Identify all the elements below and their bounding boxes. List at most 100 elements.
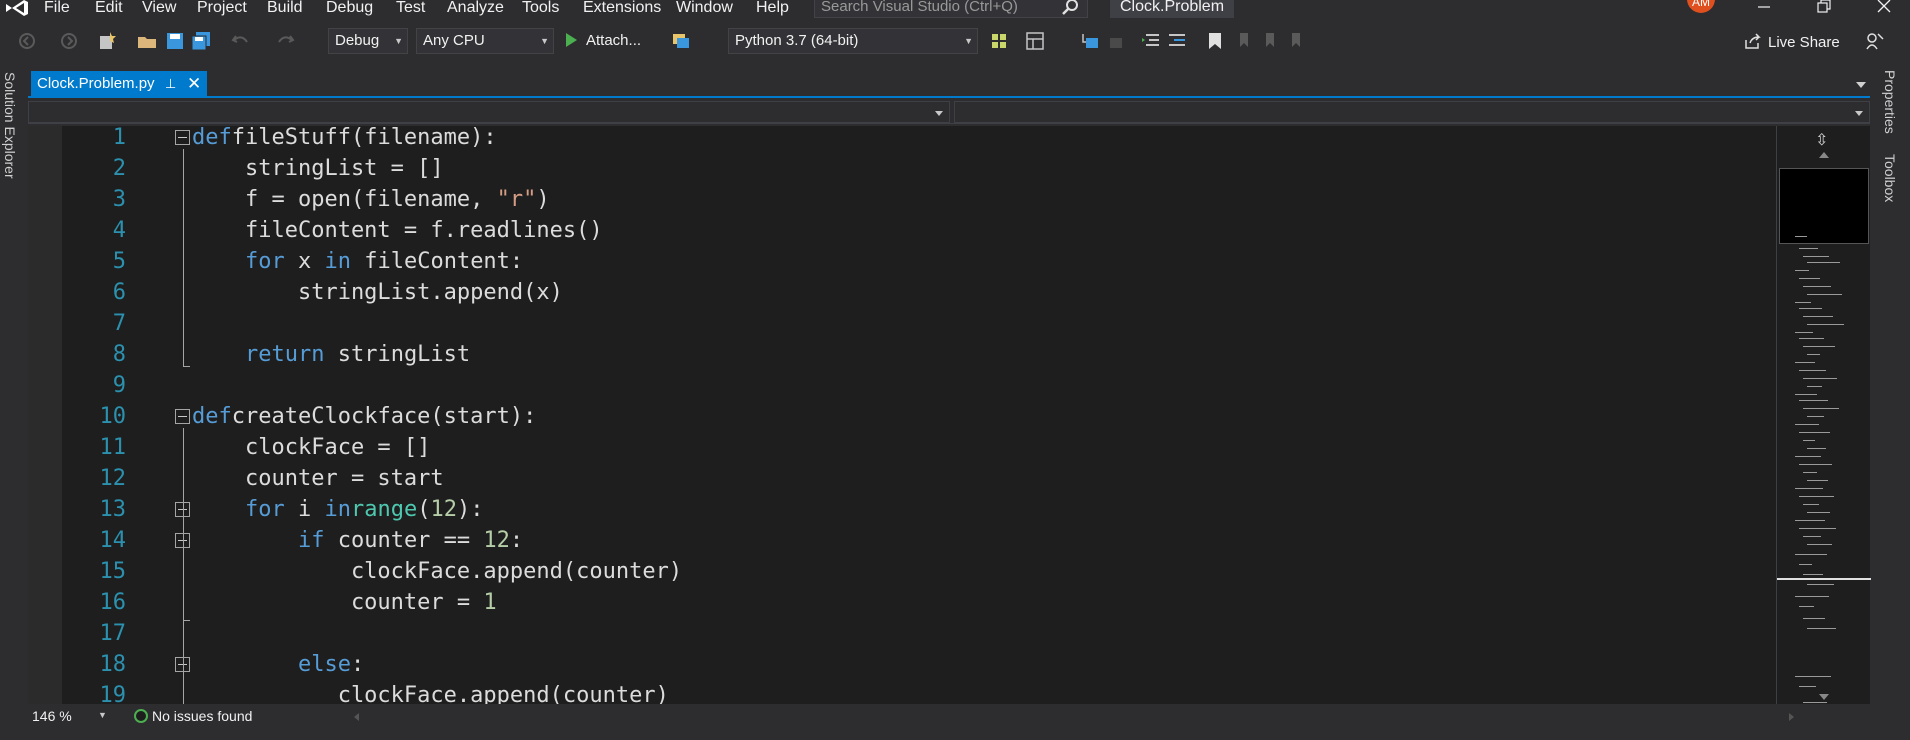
overview-viewport[interactable] [1779, 168, 1869, 244]
code-line[interactable]: 9 [62, 370, 1762, 401]
solution-explorer-tab[interactable]: Solution Explorer [2, 72, 18, 179]
split-window-icon[interactable]: ⇳ [1815, 130, 1828, 150]
code-line[interactable]: 13 for i inrange(12): [62, 494, 1762, 525]
code-text: counter = start [192, 463, 444, 494]
scroll-down-icon[interactable] [1819, 694, 1829, 700]
code-line[interactable]: 17 [62, 618, 1762, 649]
live-share-button[interactable]: Live Share [1744, 32, 1840, 52]
zoom-select[interactable]: 146 % ▼ [32, 708, 107, 724]
code-line[interactable]: 19 clockFace.append(counter) [62, 680, 1762, 704]
code-token: ): [456, 497, 484, 522]
menu-analyze[interactable]: Analyze [447, 0, 504, 18]
zoom-value: 146 % [32, 708, 72, 724]
menu-tools[interactable]: Tools [522, 0, 559, 18]
minimap-line [1799, 528, 1836, 529]
code-line[interactable]: 3 f = open(filename, "r") [62, 184, 1762, 215]
scroll-right-icon[interactable] [1789, 713, 1794, 721]
minimize-icon[interactable] [1754, 0, 1774, 17]
code-line[interactable]: 11 clockFace = [] [62, 432, 1762, 463]
menu-debug[interactable]: Debug [326, 0, 373, 18]
clear-bookmarks-icon[interactable] [1284, 30, 1306, 52]
undo-icon[interactable] [230, 30, 252, 52]
code-overview-scrollbar[interactable]: ⇳ [1776, 126, 1871, 704]
close-icon[interactable]: ✕ [187, 71, 201, 97]
navigate-forward-icon[interactable] [58, 30, 80, 52]
next-bookmark-icon[interactable] [1258, 30, 1280, 52]
minimap-line [1795, 302, 1811, 303]
code-line[interactable]: 16 counter = 1 [62, 587, 1762, 618]
tab-clock-problem[interactable]: Clock.Problem.py ⊥ ✕ [31, 71, 207, 97]
code-token: range [350, 497, 418, 522]
visual-studio-logo-icon[interactable] [4, 0, 30, 16]
code-line[interactable]: 1 deffileStuff(filename): [62, 126, 1762, 153]
scroll-up-icon[interactable] [1819, 152, 1829, 158]
python-packages-icon[interactable] [988, 30, 1010, 52]
python-environment-select[interactable]: Python 3.7 (64-bit) ▼ [728, 28, 978, 54]
menu-extensions[interactable]: Extensions [583, 0, 661, 18]
horizontal-scrollbar[interactable] [354, 713, 1794, 721]
type-dropdown[interactable] [28, 101, 950, 123]
menu-project[interactable]: Project [197, 0, 247, 18]
redo-icon[interactable] [274, 30, 296, 52]
comment-lines-icon[interactable] [1140, 30, 1162, 52]
save-icon[interactable] [164, 30, 186, 52]
step-disabled-icon[interactable] [1104, 30, 1126, 52]
step-icon[interactable] [1080, 30, 1102, 52]
code-line[interactable]: 15 clockFace.append(counter) [62, 556, 1762, 587]
navigate-back-icon[interactable] [16, 30, 38, 52]
code-line[interactable]: 18 else: [62, 649, 1762, 680]
bookmark-icon[interactable] [1204, 30, 1226, 52]
code-line[interactable]: 10 defcreateClockface(start): [62, 401, 1762, 432]
toolbar: Debug ▼ Any CPU ▼ Attach... Python 3.7 (… [0, 22, 1910, 60]
minimap-line [1807, 512, 1830, 513]
restore-icon[interactable] [1814, 0, 1834, 17]
code-token: : [509, 528, 524, 553]
menu-view[interactable]: View [142, 0, 176, 18]
code-editor[interactable]: 1 deffileStuff(filename): 2 stringList = [… [28, 126, 1776, 704]
issues-indicator[interactable]: No issues found [134, 708, 252, 724]
scroll-left-icon[interactable] [354, 713, 359, 721]
menu-window[interactable]: Window [676, 0, 733, 18]
code-line[interactable]: 8 return stringList [62, 339, 1762, 370]
code-line[interactable]: 5 for x in fileContent: [62, 246, 1762, 277]
chevron-down-icon [1855, 111, 1863, 116]
search-input[interactable]: Search Visual Studio (Ctrl+Q) [814, 0, 1088, 18]
previous-bookmark-icon[interactable] [1232, 30, 1254, 52]
code-line[interactable]: 7 [62, 308, 1762, 339]
platform-select[interactable]: Any CPU ▼ [416, 28, 554, 54]
layout-icon[interactable] [1024, 30, 1046, 52]
new-project-icon[interactable] [96, 30, 118, 52]
code-line[interactable]: 2 stringList = [] [62, 153, 1762, 184]
open-folder-icon[interactable] [136, 30, 158, 52]
close-window-icon[interactable] [1874, 0, 1894, 17]
toolbox-tab[interactable]: Toolbox [1882, 154, 1898, 202]
member-dropdown[interactable] [954, 101, 1870, 123]
avatar[interactable]: AM [1687, 0, 1715, 13]
code-line[interactable]: 14 if counter == 12: [62, 525, 1762, 556]
code-line[interactable]: 4 fileContent = f.readlines() [62, 215, 1762, 246]
minimap-line [1803, 472, 1817, 473]
menu-build[interactable]: Build [267, 0, 303, 18]
code-line[interactable]: 12 counter = start [62, 463, 1762, 494]
attach-button[interactable]: Attach... [566, 28, 641, 54]
feedback-icon[interactable] [1864, 30, 1886, 52]
configuration-select[interactable]: Debug ▼ [328, 28, 408, 54]
properties-tab[interactable]: Properties [1882, 70, 1898, 134]
line-number: 12 [99, 466, 127, 491]
menu-test[interactable]: Test [396, 0, 425, 18]
collapse-region-icon[interactable] [175, 130, 190, 145]
minimap-line [1803, 408, 1839, 409]
menu-help[interactable]: Help [756, 0, 789, 18]
pin-icon[interactable]: ⊥ [165, 71, 176, 97]
menu-file[interactable]: File [44, 0, 70, 18]
chevron-down-icon [935, 111, 943, 116]
process-icon[interactable] [670, 30, 692, 52]
fold-guide [183, 428, 184, 704]
collapse-region-icon[interactable] [175, 409, 190, 424]
tab-overflow-icon[interactable] [1856, 82, 1866, 88]
code-line[interactable]: 6 stringList.append(x) [62, 277, 1762, 308]
uncomment-lines-icon[interactable] [1166, 30, 1188, 52]
save-all-icon[interactable] [190, 30, 212, 52]
menu-edit[interactable]: Edit [95, 0, 123, 18]
